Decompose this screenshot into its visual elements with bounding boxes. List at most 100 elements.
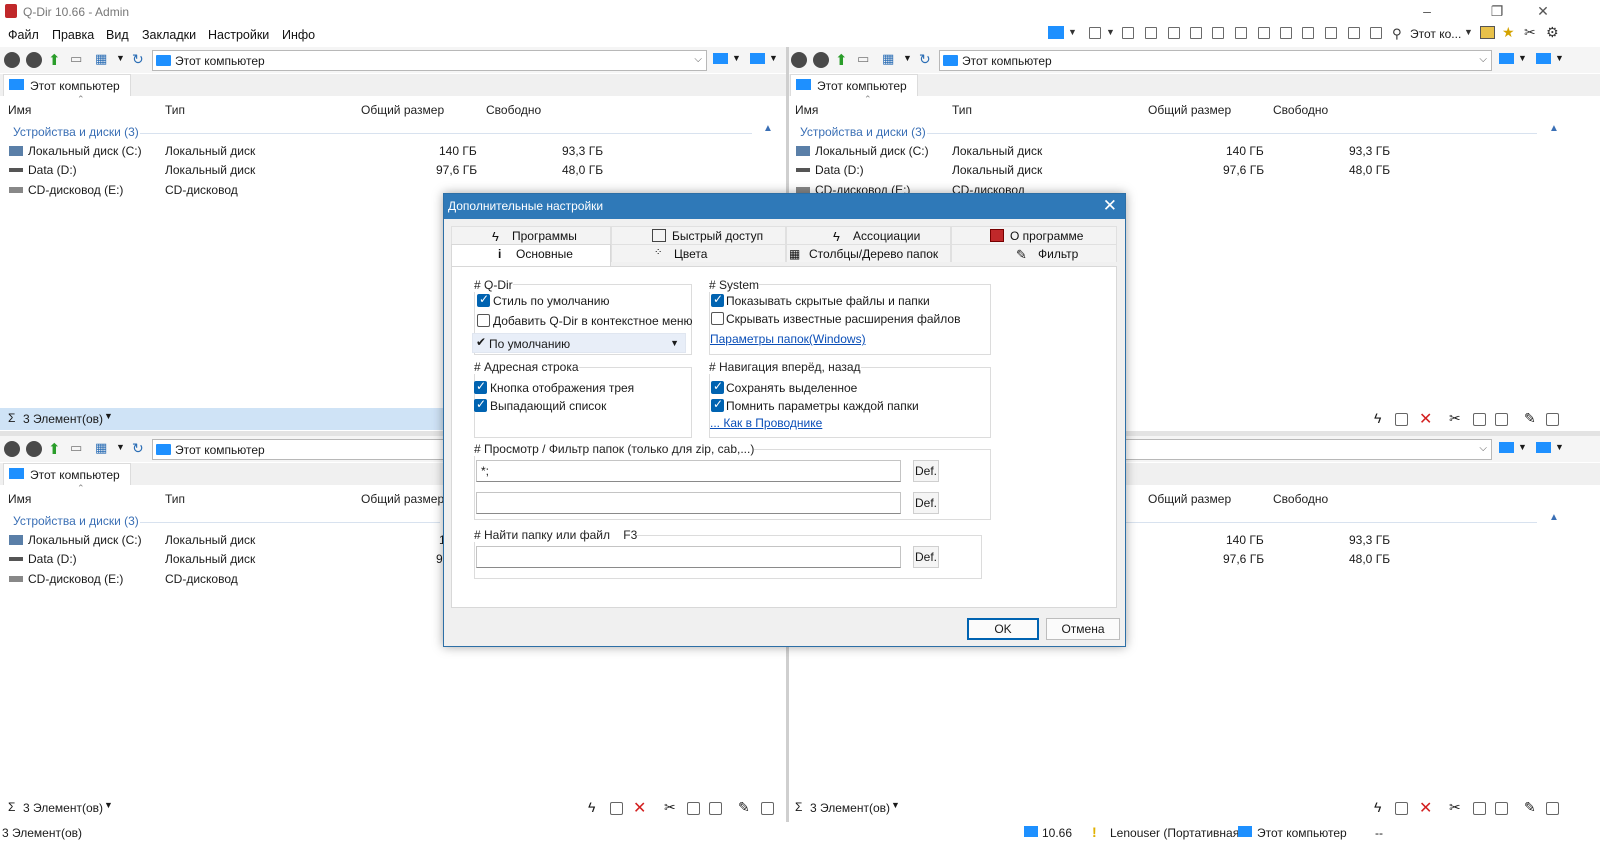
- layout-2-icon[interactable]: [1145, 27, 1157, 39]
- layout-11-icon[interactable]: [1348, 27, 1360, 39]
- chevron-down-icon[interactable]: ▼: [891, 800, 900, 810]
- column-free[interactable]: Свободно: [1273, 492, 1328, 506]
- def-button[interactable]: Def.: [913, 546, 939, 568]
- find-input[interactable]: [476, 546, 901, 568]
- layout-grid-icon[interactable]: [1089, 27, 1101, 39]
- folder-icon[interactable]: ▭: [70, 51, 86, 67]
- forward-icon[interactable]: [813, 52, 829, 68]
- column-free[interactable]: Свободно: [486, 103, 541, 117]
- copy-icon[interactable]: [1473, 413, 1486, 426]
- tools-icon[interactable]: ✂: [1524, 24, 1536, 41]
- back-icon[interactable]: [4, 441, 20, 457]
- column-free[interactable]: Свободно: [1273, 103, 1328, 117]
- chevron-down-icon[interactable]: ▼: [1106, 27, 1115, 37]
- column-total-size[interactable]: Общий размер: [361, 103, 444, 117]
- column-total-size[interactable]: Общий размер: [1148, 492, 1231, 506]
- collapse-icon[interactable]: ▲: [1549, 123, 1559, 134]
- delete-icon[interactable]: ✕: [1419, 409, 1432, 429]
- refresh-icon[interactable]: ↻: [132, 440, 148, 456]
- computer-dropdown[interactable]: Этот ко...: [1410, 27, 1461, 41]
- computer-icon[interactable]: [1536, 442, 1551, 453]
- mail-icon[interactable]: [1395, 413, 1408, 426]
- chevron-down-icon[interactable]: ▼: [1464, 27, 1473, 37]
- back-icon[interactable]: [791, 52, 807, 68]
- explorer-link[interactable]: ... Как в Проводнике: [710, 416, 822, 430]
- folder-options-link[interactable]: Параметры папок(Windows): [710, 332, 866, 346]
- ok-button[interactable]: OK: [967, 618, 1039, 640]
- chevron-down-icon[interactable]: ▼: [1555, 442, 1571, 458]
- chevron-down-icon[interactable]: ▼: [116, 442, 132, 458]
- def-button[interactable]: Def.: [913, 460, 939, 482]
- menu-file[interactable]: Файл: [8, 28, 39, 42]
- computer-icon[interactable]: [1499, 442, 1514, 453]
- show-hidden-checkbox[interactable]: [711, 292, 724, 307]
- back-icon[interactable]: [4, 52, 20, 68]
- save-selected-checkbox[interactable]: [711, 379, 724, 394]
- list-item[interactable]: Локальный диск (C:) Локальный диск 140 Г…: [0, 142, 786, 161]
- layout-12-icon[interactable]: [1370, 27, 1382, 39]
- rename-icon[interactable]: ✎: [738, 799, 750, 816]
- properties-icon[interactable]: [1546, 413, 1559, 426]
- layout-8-icon[interactable]: [1280, 27, 1292, 39]
- mail-icon[interactable]: [1395, 802, 1408, 815]
- chevron-down-icon[interactable]: ▼: [1518, 53, 1534, 69]
- copy-icon[interactable]: [1473, 802, 1486, 815]
- chevron-down-icon[interactable]: ▼: [903, 53, 919, 69]
- view-mode-icon[interactable]: ▦: [95, 440, 111, 456]
- folder-icon[interactable]: [1480, 26, 1495, 39]
- group-header[interactable]: Устройства и диски (3): [13, 514, 139, 528]
- forward-icon[interactable]: [26, 441, 42, 457]
- chevron-down-icon[interactable]: ▼: [1555, 53, 1571, 69]
- group-header[interactable]: Устройства и диски (3): [800, 125, 926, 139]
- column-name[interactable]: Имя: [795, 103, 818, 117]
- menu-info[interactable]: Инфо: [282, 28, 315, 42]
- computer-icon[interactable]: [1536, 53, 1551, 64]
- properties-icon[interactable]: [1546, 802, 1559, 815]
- paste-icon[interactable]: [709, 802, 722, 815]
- lightning-icon[interactable]: ϟ: [588, 799, 595, 815]
- folder-icon[interactable]: ▭: [70, 440, 86, 456]
- minimize-button[interactable]: –: [1404, 0, 1450, 24]
- quick-computer-icon[interactable]: [1048, 26, 1064, 39]
- collapse-icon[interactable]: ▲: [763, 123, 773, 134]
- refresh-icon[interactable]: ↻: [919, 51, 935, 67]
- default-style-checkbox[interactable]: [477, 292, 490, 307]
- delete-icon[interactable]: ✕: [1419, 798, 1432, 818]
- tab-colors[interactable]: ⁘ Цвета: [611, 244, 786, 262]
- computer-icon[interactable]: [713, 53, 728, 64]
- list-item[interactable]: Локальный диск (C:) Локальный диск 140 Г…: [789, 142, 1600, 161]
- preview-filter-input[interactable]: *;: [476, 460, 901, 482]
- chevron-down-icon[interactable]: ▼: [769, 53, 785, 69]
- default-select[interactable]: ✔ По умолчанию ▼: [472, 333, 686, 353]
- chevron-down-icon[interactable]: ▼: [104, 800, 113, 810]
- paste-icon[interactable]: [1495, 802, 1508, 815]
- column-name[interactable]: Имя: [8, 103, 31, 117]
- tab-this-pc[interactable]: Этот компьютер: [3, 74, 131, 96]
- tab-columns-tree[interactable]: ▦ Столбцы/Дерево папок: [786, 244, 951, 262]
- list-item[interactable]: Data (D:) Локальный диск 97,6 ГБ 48,0 ГБ: [789, 161, 1600, 180]
- view-mode-icon[interactable]: ▦: [95, 51, 111, 67]
- view-mode-icon[interactable]: ▦: [882, 51, 898, 67]
- tab-this-pc[interactable]: Этот компьютер: [790, 74, 918, 96]
- address-input[interactable]: Этот компьютер ⌵: [152, 50, 707, 71]
- column-type[interactable]: Тип: [165, 103, 185, 117]
- chevron-down-icon[interactable]: ▼: [116, 53, 132, 69]
- restore-button[interactable]: ❐: [1474, 0, 1520, 24]
- menu-settings[interactable]: Настройки: [208, 28, 269, 42]
- chevron-down-icon[interactable]: ⌵: [1479, 54, 1487, 65]
- menu-bookmarks[interactable]: Закладки: [142, 28, 196, 42]
- menu-view[interactable]: Вид: [106, 28, 129, 42]
- column-name[interactable]: Имя: [8, 492, 31, 506]
- settings-icon[interactable]: ⚙: [1546, 24, 1559, 41]
- chevron-down-icon[interactable]: ▼: [104, 411, 113, 421]
- cut-icon[interactable]: ✂: [664, 799, 676, 816]
- tab-this-pc[interactable]: Этот компьютер: [3, 463, 131, 485]
- up-folder-icon[interactable]: ⬆: [48, 440, 64, 458]
- tray-button-checkbox[interactable]: [474, 379, 487, 394]
- cancel-button[interactable]: Отмена: [1046, 618, 1120, 640]
- cut-icon[interactable]: ✂: [1449, 799, 1461, 816]
- column-total-size[interactable]: Общий размер: [361, 492, 444, 506]
- up-folder-icon[interactable]: ⬆: [835, 51, 851, 69]
- star-icon[interactable]: ★: [1502, 24, 1515, 41]
- rename-icon[interactable]: ✎: [1524, 799, 1536, 816]
